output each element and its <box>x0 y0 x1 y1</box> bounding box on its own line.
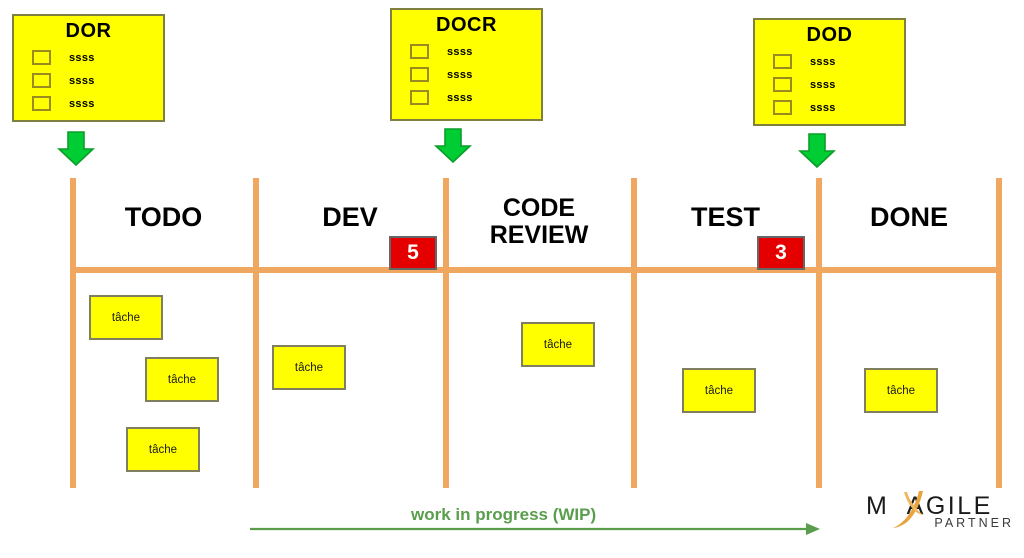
column-header-todo: TODO <box>76 202 251 232</box>
checkbox-icon[interactable] <box>32 96 51 111</box>
checkbox-icon[interactable] <box>410 67 429 82</box>
column-header-code-review: CODE REVIEW <box>449 195 629 249</box>
wip-limit-badge-test-value: 3 <box>775 241 787 264</box>
wip-limit-badge-dev-value: 5 <box>407 241 419 264</box>
logo-tagline: PARTNER <box>934 516 1014 530</box>
arrow-down-icon <box>56 131 96 167</box>
policy-card-docr-items: ssss ssss ssss <box>392 40 541 109</box>
column-header-dev-label: DEV <box>322 202 378 232</box>
policy-card-dor: DOR ssss ssss ssss <box>12 14 165 122</box>
checkbox-icon[interactable] <box>410 90 429 105</box>
logo: MYAGILE PARTNER <box>866 488 1016 540</box>
column-header-done-label: DONE <box>869 202 948 232</box>
task-card-label: tâche <box>886 384 916 397</box>
policy-item-label: ssss <box>69 74 95 87</box>
policy-card-dor-items: ssss ssss ssss <box>14 46 163 115</box>
policy-item-label: ssss <box>810 101 836 114</box>
arrow-down-icon <box>433 128 473 164</box>
task-card[interactable]: tâche <box>272 345 346 390</box>
logo-tagline-label: PARTNER <box>934 516 1014 530</box>
task-card-label: tâche <box>148 443 178 456</box>
policy-item-label: ssss <box>447 68 473 81</box>
policy-item: ssss <box>410 86 541 109</box>
policy-item: ssss <box>32 92 163 115</box>
arrow-down-icon <box>797 133 837 169</box>
policy-item: ssss <box>410 63 541 86</box>
logo-wordmark-prefix: M <box>866 492 890 520</box>
policy-item-label: ssss <box>69 97 95 110</box>
column-header-todo-label: TODO <box>124 202 203 232</box>
task-card[interactable]: tâche <box>682 368 756 413</box>
checkbox-icon[interactable] <box>773 77 792 92</box>
task-card-label: tâche <box>543 338 573 351</box>
kanban-diagram: DOR ssss ssss ssss DOCR ssss ssss ssss D… <box>0 0 1024 558</box>
column-divider <box>996 178 1002 488</box>
policy-item-label: ssss <box>810 78 836 91</box>
task-card-label: tâche <box>704 384 734 397</box>
column-header-done: DONE <box>822 202 996 232</box>
checkbox-icon[interactable] <box>410 44 429 59</box>
wip-limit-badge-dev: 5 <box>389 236 437 270</box>
swoosh-y-icon <box>892 488 932 534</box>
task-card[interactable]: tâche <box>521 322 595 367</box>
policy-item: ssss <box>773 50 904 73</box>
column-header-code-review-line2: REVIEW <box>489 221 589 249</box>
policy-card-docr: DOCR ssss ssss ssss <box>390 8 543 121</box>
policy-item-label: ssss <box>447 45 473 58</box>
column-header-test: TEST <box>637 202 814 232</box>
column-header-test-label: TEST <box>690 202 760 232</box>
policy-card-dor-title: DOR <box>65 20 112 42</box>
policy-card-docr-title: DOCR <box>436 14 497 36</box>
policy-card-dod-title: DOD <box>806 24 853 46</box>
policy-item: ssss <box>410 40 541 63</box>
task-card[interactable]: tâche <box>145 357 219 402</box>
task-card[interactable]: tâche <box>89 295 163 340</box>
policy-item-label: ssss <box>810 55 836 68</box>
column-header-dev: DEV <box>259 202 441 232</box>
policy-item: ssss <box>773 96 904 119</box>
policy-card-dod: DOD ssss ssss ssss <box>753 18 906 126</box>
wip-limit-badge-test: 3 <box>757 236 805 270</box>
checkbox-icon[interactable] <box>773 54 792 69</box>
policy-item-label: ssss <box>69 51 95 64</box>
policy-item-label: ssss <box>447 91 473 104</box>
policy-card-dod-items: ssss ssss ssss <box>755 50 904 119</box>
task-card-label: tâche <box>167 373 197 386</box>
policy-item: ssss <box>32 46 163 69</box>
task-card[interactable]: tâche <box>864 368 938 413</box>
checkbox-icon[interactable] <box>32 50 51 65</box>
task-card[interactable]: tâche <box>126 427 200 472</box>
checkbox-icon[interactable] <box>773 100 792 115</box>
column-header-code-review-line1: CODE <box>502 194 576 222</box>
header-divider <box>70 267 1002 273</box>
task-card-label: tâche <box>111 311 141 324</box>
checkbox-icon[interactable] <box>32 73 51 88</box>
policy-item: ssss <box>773 73 904 96</box>
task-card-label: tâche <box>294 361 324 374</box>
arrow-right-icon <box>250 521 820 537</box>
policy-item: ssss <box>32 69 163 92</box>
